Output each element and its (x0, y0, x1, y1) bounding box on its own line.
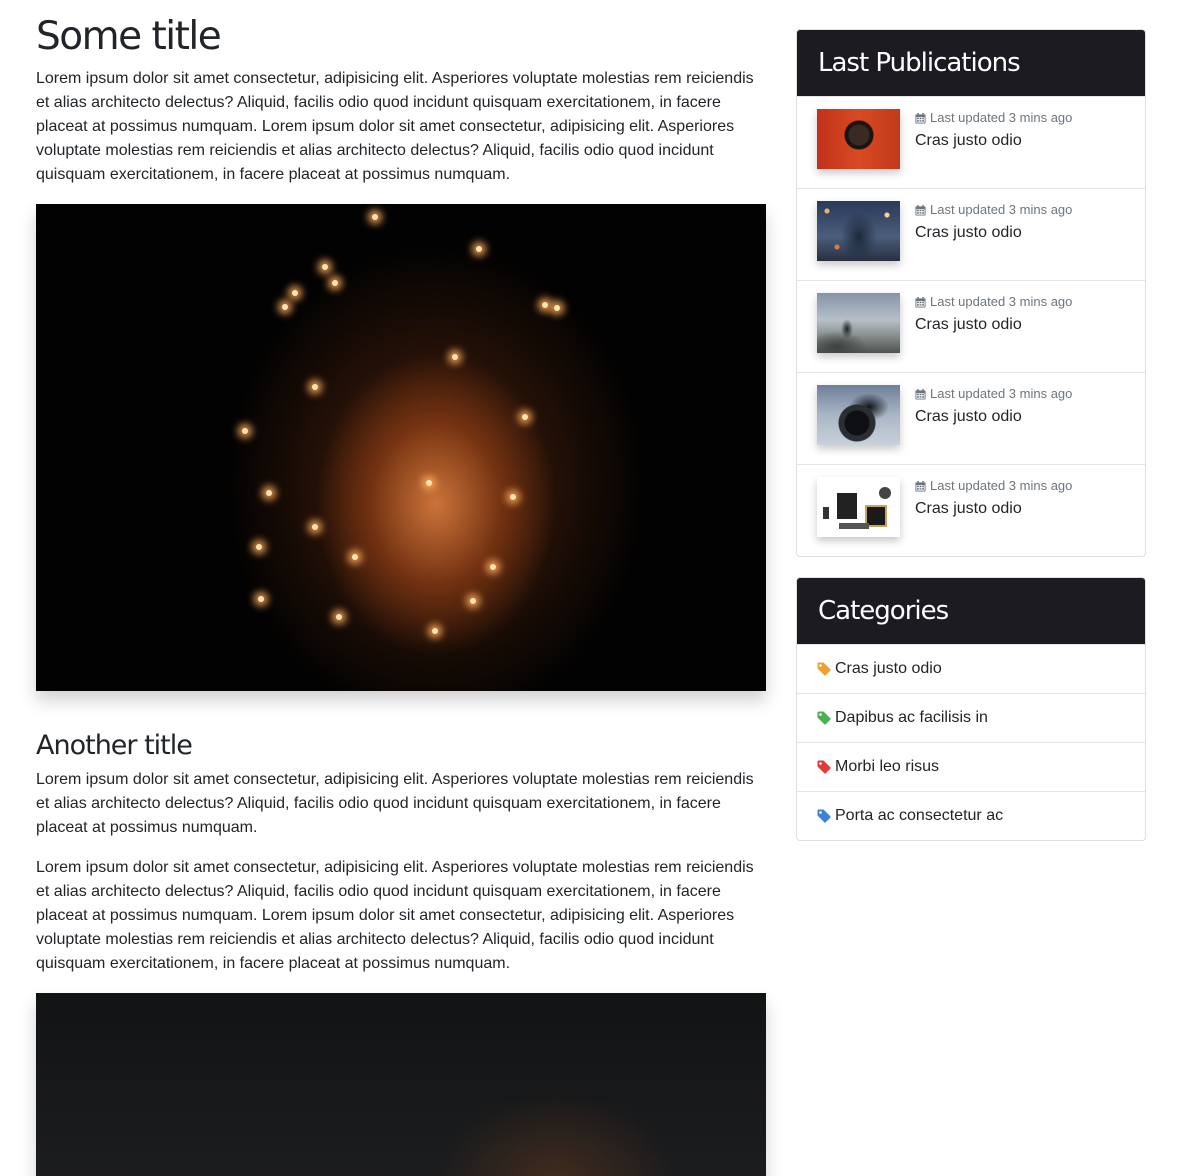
category-label[interactable]: Porta ac consectetur ac (835, 807, 1003, 825)
publications-card: Last Publications Last updated 3 mins ag… (796, 29, 1146, 557)
category-label[interactable]: Dapibus ac facilisis in (835, 709, 988, 727)
categories-card: Categories Cras justo odio Dapibus ac fa… (796, 577, 1146, 841)
publication-item[interactable]: Last updated 3 mins ago Cras justo odio (797, 188, 1145, 280)
article: Some title Lorem ipsum dolor sit amet co… (36, 0, 766, 1176)
category-label[interactable]: Cras justo odio (835, 660, 942, 678)
publication-title[interactable]: Cras justo odio (915, 408, 1072, 426)
section-title: Another title (36, 729, 193, 761)
publication-meta-text: Last updated 3 mins ago (930, 386, 1073, 401)
publication-thumbnail[interactable] (817, 477, 900, 537)
category-item[interactable]: Porta ac consectetur ac (797, 791, 1145, 840)
publication-item[interactable]: Last updated 3 mins ago Cras justo odio (797, 464, 1145, 556)
publication-meta: Last updated 3 mins ago (915, 202, 1072, 218)
calendar-icon (915, 112, 926, 124)
category-item[interactable]: Cras justo odio (797, 644, 1145, 693)
publication-meta: Last updated 3 mins ago (915, 386, 1072, 402)
categories-heading: Categories (797, 578, 1145, 644)
tag-icon (817, 711, 831, 725)
publication-meta-text: Last updated 3 mins ago (930, 110, 1073, 125)
publications-heading: Last Publications (797, 30, 1145, 96)
publication-title[interactable]: Cras justo odio (915, 500, 1072, 518)
publication-meta-text: Last updated 3 mins ago (930, 478, 1073, 493)
article-paragraph: Lorem ipsum dolor sit amet consectetur, … (36, 771, 754, 837)
article-title: Some title (36, 14, 222, 59)
publication-thumbnail[interactable] (817, 201, 900, 261)
calendar-icon (915, 204, 926, 216)
category-item[interactable]: Dapibus ac facilisis in (797, 693, 1145, 742)
tag-icon (817, 760, 831, 774)
publication-item[interactable]: Last updated 3 mins ago Cras justo odio (797, 372, 1145, 464)
publication-title[interactable]: Cras justo odio (915, 316, 1072, 334)
article-image-fairy-lights (36, 203, 766, 691)
publication-meta-text: Last updated 3 mins ago (930, 202, 1073, 217)
publication-thumbnail[interactable] (817, 109, 900, 169)
calendar-icon (915, 296, 926, 308)
tag-icon (817, 809, 831, 823)
publication-thumbnail[interactable] (817, 293, 900, 353)
article-image-portrait (36, 993, 766, 1176)
publication-thumbnail[interactable] (817, 385, 900, 445)
category-label[interactable]: Morbi leo risus (835, 758, 939, 776)
publication-meta: Last updated 3 mins ago (915, 110, 1072, 126)
tag-icon (817, 662, 831, 676)
page: Some title Lorem ipsum dolor sit amet co… (0, 0, 1182, 1176)
publication-title[interactable]: Cras justo odio (915, 224, 1072, 242)
article-paragraph: Lorem ipsum dolor sit amet consectetur, … (36, 859, 754, 973)
publication-meta: Last updated 3 mins ago (915, 478, 1072, 494)
calendar-icon (915, 480, 926, 492)
publication-meta-text: Last updated 3 mins ago (930, 294, 1073, 309)
calendar-icon (915, 388, 926, 400)
publication-item[interactable]: Last updated 3 mins ago Cras justo odio (797, 280, 1145, 372)
publication-meta: Last updated 3 mins ago (915, 294, 1072, 310)
publication-item[interactable]: Last updated 3 mins ago Cras justo odio (797, 96, 1145, 188)
publication-title[interactable]: Cras justo odio (915, 132, 1072, 150)
category-item[interactable]: Morbi leo risus (797, 742, 1145, 791)
article-paragraph: Lorem ipsum dolor sit amet consectetur, … (36, 69, 754, 183)
